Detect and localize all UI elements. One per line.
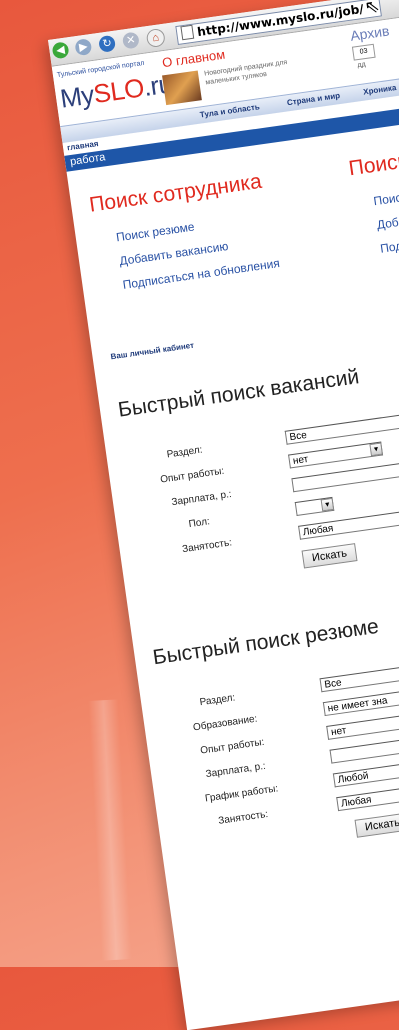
resume-label-section: Раздел: — [198, 692, 236, 709]
resume-search-title: Быстрый поиск резюме — [151, 614, 381, 670]
section-title: работа — [69, 151, 107, 169]
employer-heading: Поиск сотрудника — [87, 169, 264, 217]
news-thumbnail[interactable] — [162, 70, 202, 106]
chevron-down-icon[interactable]: ▼ — [369, 442, 383, 457]
link-seeker-search[interactable]: Поиск — [373, 190, 399, 208]
back-arrow-icon[interactable]: ◀ — [51, 41, 70, 60]
chevron-down-icon[interactable]: ▼ — [320, 497, 335, 512]
vacancy-label-employment: Занятость: — [181, 537, 233, 556]
vacancy-label-section: Раздел: — [166, 444, 204, 461]
mouse-pointer-icon: ⇖ — [363, 0, 381, 18]
link-add-vacancy[interactable]: Добавить вакансию — [119, 239, 230, 268]
archive-link[interactable]: Архив — [349, 22, 390, 43]
vacancy-search-title: Быстрый поиск вакансий — [116, 365, 361, 422]
about-link[interactable]: О главном — [161, 47, 226, 71]
refresh-icon[interactable]: ↻ — [98, 34, 117, 53]
date-day-box[interactable]: 03 — [351, 43, 376, 61]
resume-label-employment: Занятость: — [217, 808, 269, 827]
vacancy-label-salary: Зарплата, р.: — [170, 488, 233, 509]
vacancy-label-experience: Опыт работы: — [159, 465, 225, 486]
nav-home-link[interactable]: главная — [67, 139, 99, 152]
background-light-streak — [88, 699, 132, 961]
resume-label-schedule: График работы: — [204, 783, 279, 805]
resume-search-button[interactable]: Искать — [354, 812, 399, 838]
vacancy-section-select[interactable]: Все — [284, 409, 399, 445]
vacancy-label-gender: Пол: — [188, 516, 211, 531]
resume-section-select[interactable]: Все — [319, 657, 399, 693]
nav-item-chronicle[interactable]: Хроника — [363, 83, 397, 97]
date-day-label: дд — [357, 61, 367, 70]
personal-cabinet-link[interactable]: Ваш личный кабинет — [110, 341, 194, 362]
resume-label-education: Образование: — [192, 713, 259, 734]
link-seeker-subscribe[interactable]: Подпи — [379, 237, 399, 256]
resume-label-salary: Зарплата, р.: — [205, 760, 267, 781]
forward-arrow-icon[interactable]: ▶ — [74, 38, 93, 57]
link-seeker-add[interactable]: Добав — [376, 213, 399, 232]
link-resume-search[interactable]: Поиск резюме — [115, 220, 195, 245]
stop-icon[interactable]: ✕ — [121, 31, 140, 50]
page-icon — [180, 24, 195, 41]
seeker-heading: Поиск — [347, 149, 399, 181]
home-icon[interactable]: ⌂ — [145, 27, 166, 49]
resume-label-experience: Опыт работы: — [199, 736, 266, 757]
vacancy-search-button[interactable]: Искать — [301, 543, 358, 569]
